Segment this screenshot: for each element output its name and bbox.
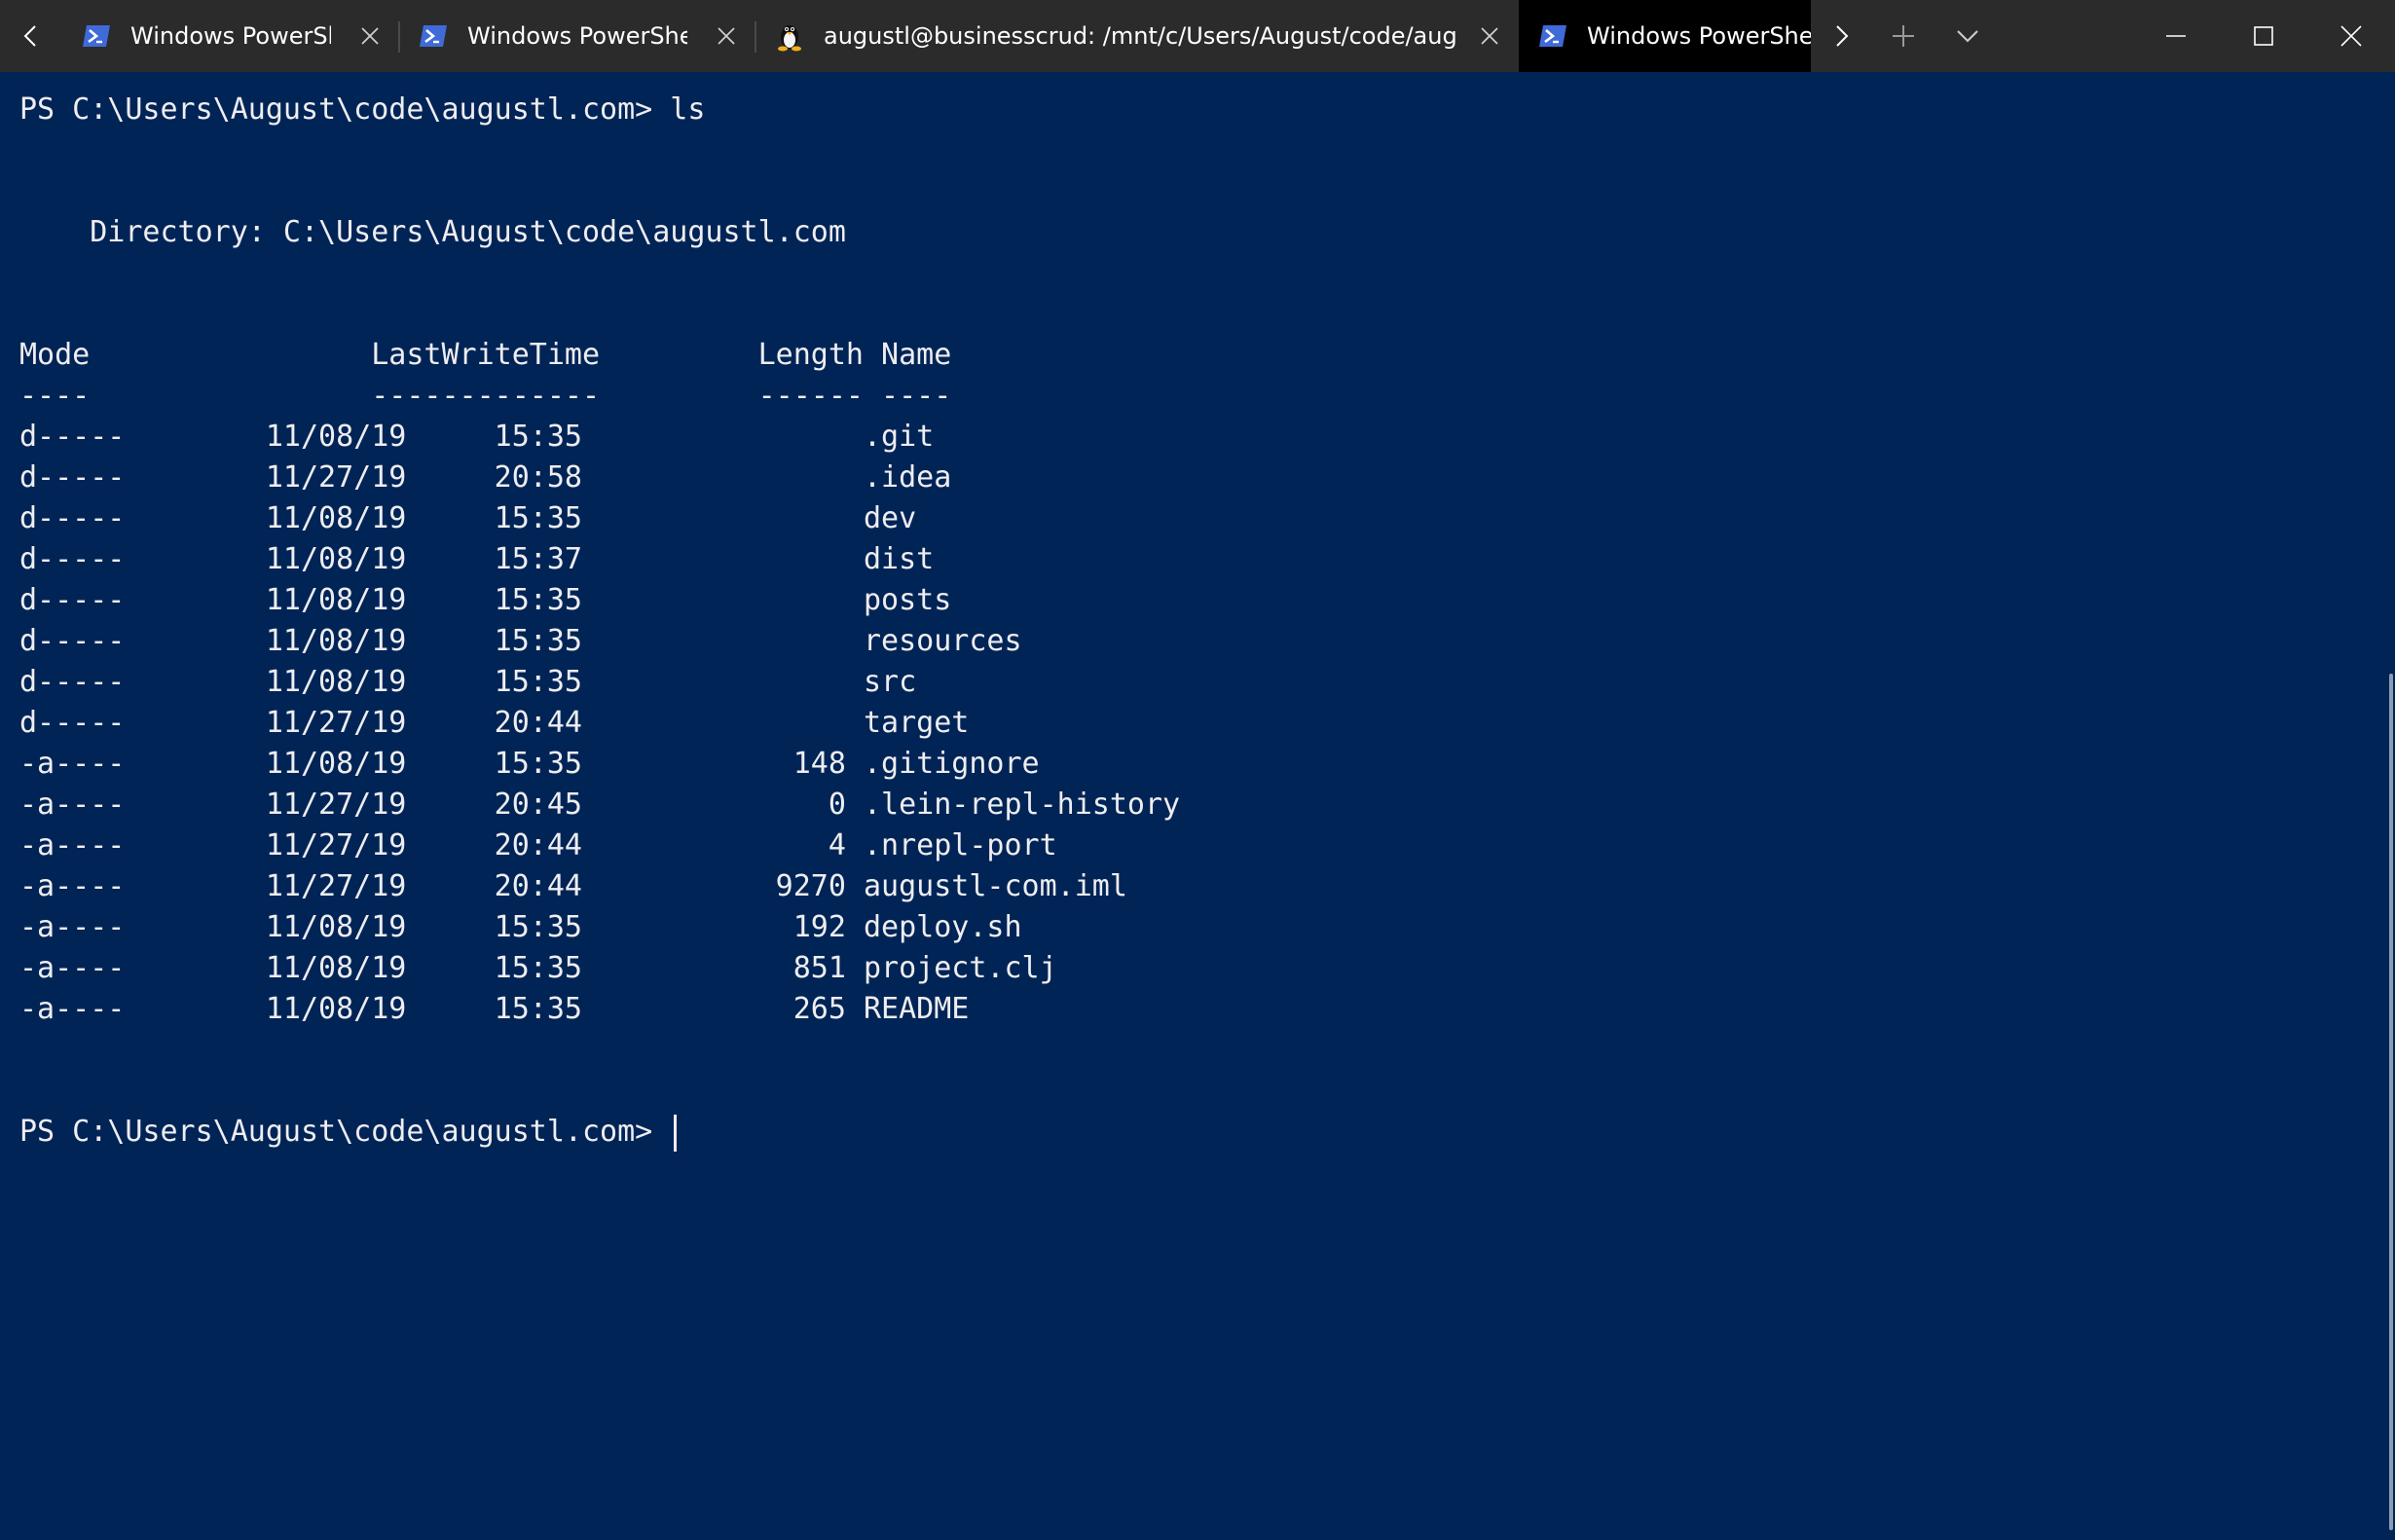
tab-powershell-2[interactable]: Windows PowerShell (399, 0, 756, 72)
prompt-text: PS C:\Users\August\code\augustl.com> (19, 1115, 671, 1149)
terminal-prompt-line[interactable]: PS C:\Users\August\code\augustl.com> (19, 1112, 678, 1153)
listing-row: -a---- 11/27/19 20:44 9270 augustl-com.i… (19, 869, 1127, 903)
linux-tux-icon (773, 19, 806, 53)
listing-column-underline: ---- ------------- ------ ---- (19, 379, 952, 413)
new-tab-button[interactable] (1871, 0, 1935, 72)
tab-strip: Windows PowerShell Windows PowerShell (62, 0, 1811, 72)
listing-row: d----- 11/08/19 15:37 dist (19, 542, 935, 576)
powershell-icon (417, 19, 450, 53)
listing-row: -a---- 11/08/19 15:35 851 project.clj (19, 951, 1057, 985)
scroll-tabs-left-button[interactable] (0, 0, 62, 72)
listing-row: d----- 11/27/19 20:44 target (19, 706, 970, 740)
close-icon (718, 27, 735, 45)
close-tab-button[interactable] (713, 21, 740, 51)
chevron-left-icon (23, 25, 36, 47)
tab-bar: Windows PowerShell Windows PowerShell (0, 0, 2395, 72)
window-controls (2132, 0, 2395, 72)
close-window-button[interactable] (2307, 0, 2395, 72)
listing-row: d----- 11/08/19 15:35 posts (19, 583, 952, 617)
minimize-button[interactable] (2132, 0, 2220, 72)
powershell-icon (1536, 19, 1569, 53)
chevron-down-icon (1957, 30, 1978, 43)
listing-row: -a---- 11/27/19 20:44 4 .nrepl-port (19, 828, 1057, 862)
close-tab-button[interactable] (356, 21, 384, 51)
close-icon (1480, 27, 1498, 45)
profiles-dropdown-button[interactable] (1935, 0, 2000, 72)
tab-wsl[interactable]: augustl@businesscrud: /mnt/c/Users/Augus… (755, 0, 1519, 72)
scrollbar-thumb[interactable] (2389, 674, 2393, 1530)
maximize-icon (2254, 26, 2273, 46)
listing-row: d----- 11/08/19 15:35 dev (19, 501, 917, 535)
maximize-button[interactable] (2220, 0, 2307, 72)
terminal-line: PS C:\Users\August\code\augustl.com> ls (19, 92, 706, 127)
tab-actions (1811, 0, 2000, 72)
tab-title: Windows PowerShell (130, 22, 331, 50)
listing-column-headers: Mode LastWriteTime Length Name (19, 338, 952, 372)
tab-title: augustl@businesscrud: /mnt/c/Users/Augus… (824, 22, 1456, 50)
directory-header: Directory: C:\Users\August\code\augustl.… (19, 215, 846, 249)
listing-row: d----- 11/27/19 20:58 .idea (19, 460, 952, 495)
close-icon (361, 27, 379, 45)
tab-title: Windows PowerShell (467, 22, 687, 50)
tab-title: Windows PowerShell (1587, 22, 1811, 50)
terminal-output[interactable]: PS C:\Users\August\code\augustl.com> ls … (0, 72, 2395, 1540)
listing-row: -a---- 11/27/19 20:45 0 .lein-repl-histo… (19, 788, 1181, 822)
listing-row: d----- 11/08/19 15:35 resources (19, 624, 1022, 658)
listing-row: -a---- 11/08/19 15:35 265 README (19, 992, 970, 1026)
minimize-icon (2166, 35, 2186, 37)
tab-powershell-1[interactable]: Windows PowerShell (62, 0, 400, 72)
text-cursor (674, 1114, 678, 1152)
close-tab-button[interactable] (1475, 21, 1503, 51)
plus-icon (1893, 25, 1914, 47)
listing-row: -a---- 11/08/19 15:35 192 deploy.sh (19, 910, 1022, 944)
listing-row: d----- 11/08/19 15:35 .git (19, 420, 935, 454)
scroll-tabs-right-button[interactable] (1811, 0, 1871, 72)
close-icon (2340, 25, 2362, 47)
listing-row: -a---- 11/08/19 15:35 148 .gitignore (19, 747, 1040, 781)
listing-row: d----- 11/08/19 15:35 src (19, 665, 917, 699)
powershell-icon (80, 19, 113, 53)
chevron-right-icon (1836, 25, 1849, 47)
tab-powershell-active[interactable]: Windows PowerShell (1519, 0, 1811, 72)
